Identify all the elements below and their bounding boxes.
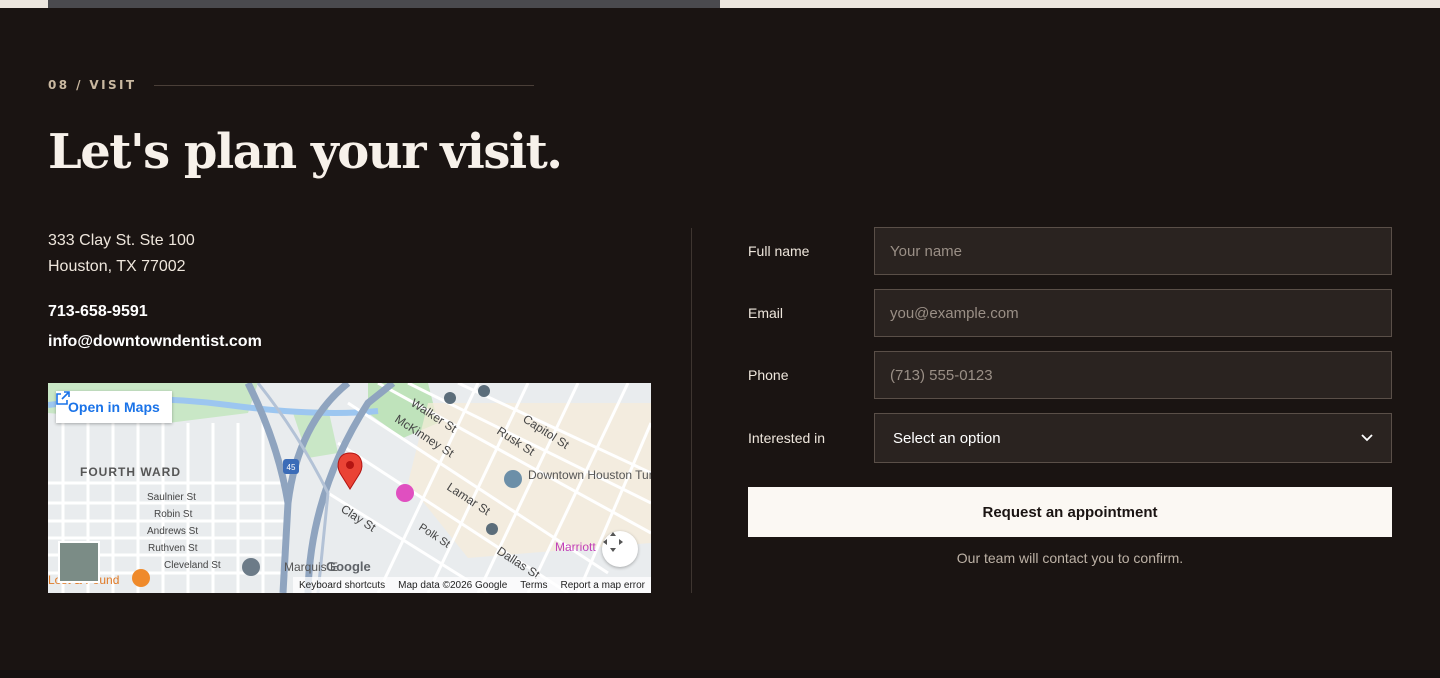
map-label-robin: Robin St (154, 509, 193, 520)
phone-label: Phone (748, 367, 789, 383)
map-pan-control[interactable] (602, 531, 638, 567)
interest-row: Interested in Select an option (748, 413, 1392, 463)
interest-select-value: Select an option (893, 429, 1001, 447)
interest-label: Interested in (748, 430, 826, 446)
email-row: Email (748, 289, 1392, 337)
name-row: Full name (748, 227, 1392, 275)
highway-shield-icon: 45 (283, 459, 299, 474)
previous-section-strip (0, 0, 1440, 8)
map-label-saulnier: Saulnier St (147, 492, 196, 503)
name-label: Full name (748, 243, 810, 259)
email-field[interactable] (874, 289, 1392, 337)
hotel-poi-icon (396, 484, 414, 502)
open-in-maps-button[interactable]: Open in Maps (56, 391, 172, 423)
section-eyebrow: 08 / VISIT (48, 78, 535, 92)
email-label: Email (748, 305, 784, 321)
request-appointment-button[interactable]: Request an appointment (748, 487, 1392, 537)
move-arrows-icon (603, 532, 623, 552)
chevron-down-icon (1361, 434, 1373, 442)
svg-text:45: 45 (287, 463, 296, 472)
map-label-fourth-ward: FOURTH WARD (80, 465, 181, 479)
footer-edge (0, 670, 1440, 678)
name-field[interactable] (874, 227, 1392, 275)
email-link[interactable]: info@downtowndentist.com (48, 333, 262, 351)
map-embed[interactable]: 45 FOURTH WARD Saulnier St Robin St Andr… (48, 383, 651, 593)
transit-icon (486, 523, 498, 535)
eyebrow-label: 08 / VISIT (48, 78, 137, 92)
transit-icon (444, 392, 456, 404)
eyebrow-rule (154, 84, 535, 86)
external-link-icon (56, 391, 70, 405)
address: 333 Clay St. Ste 100 Houston, TX 77002 (48, 228, 195, 280)
phone-field[interactable] (874, 351, 1392, 399)
map-terms-link[interactable]: Terms (520, 580, 547, 591)
tunnel-poi-icon (504, 470, 522, 488)
interest-select[interactable]: Select an option (874, 413, 1392, 463)
phone-row: Phone (748, 351, 1392, 399)
map-footer: Keyboard shortcuts Map data ©2026 Google… (292, 577, 651, 593)
previous-section-photo (48, 0, 720, 8)
column-divider (691, 228, 692, 593)
map-label-cleveland: Cleveland St (164, 560, 221, 571)
map-report-error-link[interactable]: Report a map error (561, 580, 645, 591)
google-logo: Google (326, 559, 371, 574)
map-keyboard-shortcuts[interactable]: Keyboard shortcuts (299, 580, 385, 591)
phone-link[interactable]: 713-658-9591 (48, 303, 148, 321)
restaurant-poi-icon (132, 569, 150, 587)
address-line-1: 333 Clay St. Ste 100 (48, 232, 195, 249)
open-in-maps-label: Open in Maps (68, 399, 160, 415)
map-data-attribution: Map data ©2026 Google (398, 579, 508, 591)
place-poi-icon (242, 558, 260, 576)
map-label-marriott: Marriott (555, 540, 596, 554)
map-label-andrews: Andrews St (147, 526, 198, 537)
confirm-note: Our team will contact you to confirm. (956, 550, 1184, 566)
satellite-toggle[interactable] (58, 541, 100, 583)
map-label-ruthven: Ruthven St (148, 543, 198, 554)
page-title: Let's plan your visit. (48, 124, 563, 180)
address-line-2: Houston, TX 77002 (48, 258, 186, 275)
map-label-tunnel: Downtown Houston Tunnel System (528, 468, 651, 482)
transit-icon (478, 385, 490, 397)
